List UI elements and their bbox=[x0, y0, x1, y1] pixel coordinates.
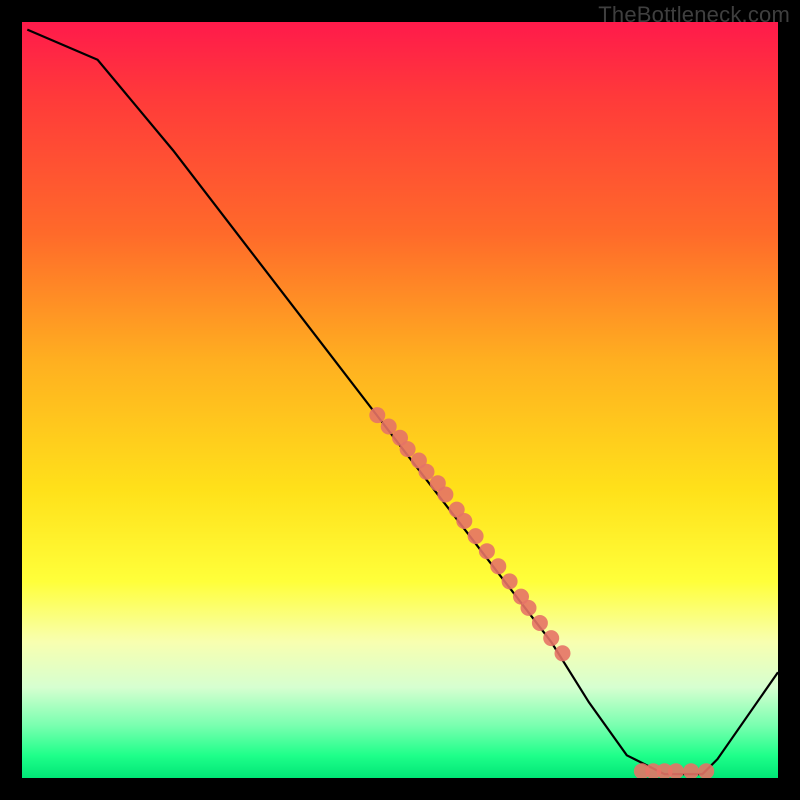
data-marker bbox=[400, 441, 416, 457]
data-marker bbox=[479, 543, 495, 559]
data-marker bbox=[683, 763, 699, 778]
data-marker bbox=[490, 558, 506, 574]
chart-stage: TheBottleneck.com bbox=[0, 0, 800, 800]
data-marker bbox=[555, 645, 571, 661]
data-marker bbox=[369, 407, 385, 423]
data-marker bbox=[532, 615, 548, 631]
plot-area bbox=[22, 22, 778, 778]
data-marker bbox=[437, 487, 453, 503]
curve-line bbox=[27, 30, 778, 775]
data-marker bbox=[543, 630, 559, 646]
data-marker bbox=[381, 419, 397, 435]
chart-svg bbox=[22, 22, 778, 778]
data-marker bbox=[456, 513, 472, 529]
data-marker bbox=[419, 464, 435, 480]
markers-group bbox=[369, 407, 714, 778]
data-marker bbox=[668, 763, 684, 778]
data-marker bbox=[521, 600, 537, 616]
data-marker bbox=[502, 573, 518, 589]
data-marker bbox=[468, 528, 484, 544]
